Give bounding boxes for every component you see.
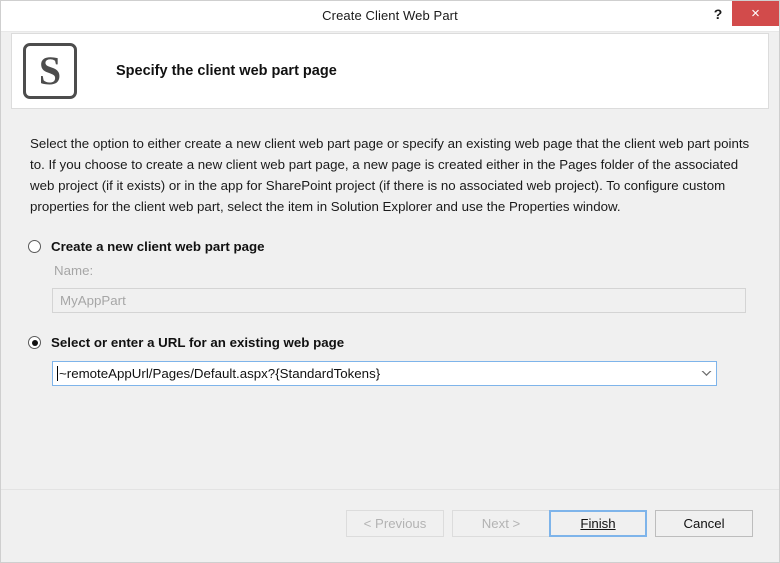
url-combobox[interactable]: ~remoteAppUrl/Pages/Default.aspx?{Standa… bbox=[52, 361, 717, 386]
radio-existing-url[interactable] bbox=[28, 336, 41, 349]
url-input-value[interactable]: ~remoteAppUrl/Pages/Default.aspx?{Standa… bbox=[58, 366, 697, 381]
dialog-footer: < Previous Next > Finish Cancel bbox=[1, 489, 779, 562]
finish-button[interactable]: Finish bbox=[549, 510, 647, 537]
previous-button[interactable]: < Previous bbox=[346, 510, 444, 537]
window-title: Create Client Web Part bbox=[322, 8, 458, 23]
chevron-down-icon[interactable] bbox=[697, 362, 716, 385]
option-create-new-page[interactable]: Create a new client web part page bbox=[28, 239, 265, 254]
option-create-new-page-label[interactable]: Create a new client web part page bbox=[51, 239, 265, 254]
wizard-header: S Specify the client web part page bbox=[11, 33, 769, 109]
option-existing-url[interactable]: Select or enter a URL for an existing we… bbox=[28, 335, 344, 350]
title-bar: Create Client Web Part ? × bbox=[1, 1, 779, 32]
create-client-web-part-dialog: Create Client Web Part ? × S Specify the… bbox=[0, 0, 780, 563]
window-controls: ? × bbox=[704, 1, 779, 31]
radio-create-new-page[interactable] bbox=[28, 240, 41, 253]
next-button[interactable]: Next > bbox=[452, 510, 550, 537]
close-icon[interactable]: × bbox=[732, 1, 779, 26]
name-label: Name: bbox=[54, 263, 94, 278]
finish-button-label: Finish bbox=[580, 516, 616, 531]
cancel-button[interactable]: Cancel bbox=[655, 510, 753, 537]
sharepoint-icon: S bbox=[23, 43, 77, 99]
name-input[interactable] bbox=[52, 288, 746, 313]
dialog-body: Select the option to either create a new… bbox=[1, 111, 779, 488]
option-existing-url-label[interactable]: Select or enter a URL for an existing we… bbox=[51, 335, 344, 350]
help-icon[interactable]: ? bbox=[704, 1, 732, 27]
description-text: Select the option to either create a new… bbox=[30, 136, 750, 214]
page-title: Specify the client web part page bbox=[116, 63, 337, 79]
